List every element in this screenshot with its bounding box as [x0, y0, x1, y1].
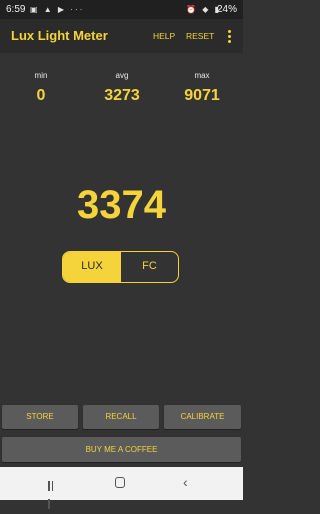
recent-apps-icon[interactable]	[48, 478, 58, 509]
status-bar: 6:59 ▣ ▲ ▶ ··· ⏰ ◆ ▮ 24%	[0, 0, 243, 19]
battery-percent: 24%	[216, 4, 237, 15]
max-label: max	[194, 71, 210, 80]
navigation-bar: ‹	[0, 467, 243, 509]
calibrate-button[interactable]: CALIBRATE	[164, 405, 241, 429]
status-time: 6:59	[6, 4, 26, 15]
signal-icons: ⏰ ◆ ▮	[186, 5, 221, 14]
avg-label: avg	[115, 71, 129, 80]
min-label: min	[34, 71, 48, 80]
home-icon[interactable]	[115, 477, 125, 488]
buy-coffee-button[interactable]: BUY ME A COFFEE	[2, 437, 241, 462]
notification-icons: ▣ ▲ ▶ ···	[30, 5, 85, 14]
store-button[interactable]: STORE	[2, 405, 78, 429]
overflow-menu-icon[interactable]	[224, 28, 234, 44]
min-value: 0	[36, 87, 46, 104]
unit-fc-button[interactable]: FC	[121, 252, 178, 282]
reset-menu-button[interactable]: RESET	[186, 31, 214, 41]
avg-value: 3273	[104, 87, 140, 104]
unit-toggle: LUX FC	[62, 251, 179, 283]
app-title: Lux Light Meter	[11, 28, 108, 43]
unit-lux-button[interactable]: LUX	[63, 252, 121, 282]
app-bar: Lux Light Meter HELP RESET	[0, 19, 243, 53]
recall-button[interactable]: RECALL	[83, 405, 159, 429]
max-value: 9071	[184, 87, 220, 104]
back-icon[interactable]: ‹	[183, 474, 188, 490]
current-reading: 3374	[77, 183, 166, 227]
help-menu-button[interactable]: HELP	[153, 31, 175, 41]
